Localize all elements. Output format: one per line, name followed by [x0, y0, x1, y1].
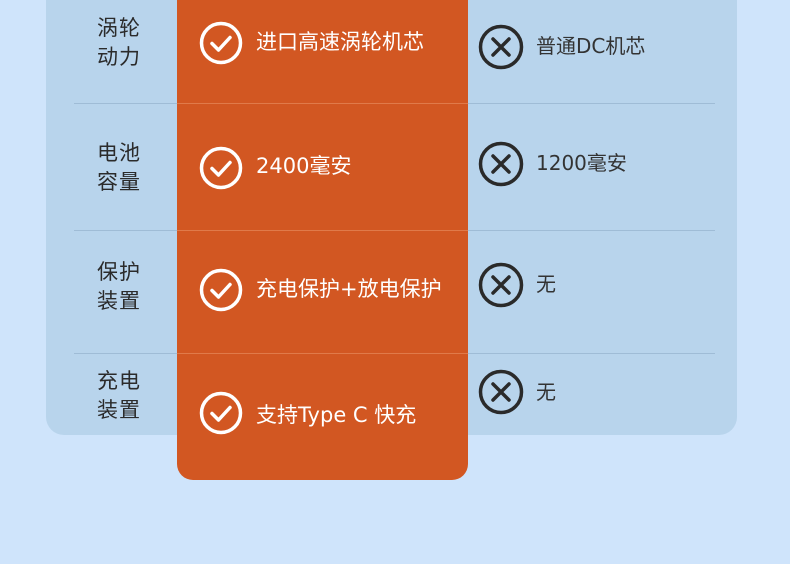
x-circle-icon [478, 262, 524, 308]
row-label-turbo: 涡轮 动力 [74, 14, 164, 72]
x-circle-icon [478, 24, 524, 70]
row-divider [177, 353, 468, 354]
row-label-line: 涡轮 [97, 16, 141, 40]
theirs-value: 1200毫安 [536, 151, 627, 175]
row-label-protection: 保护 装置 [74, 258, 164, 316]
row-label-line: 装置 [97, 398, 141, 422]
row-divider [468, 353, 715, 354]
x-circle-icon [478, 141, 524, 187]
ours-value: 2400毫安 [256, 154, 352, 178]
row-label-battery: 电池 容量 [74, 139, 164, 197]
row-label-charging: 充电 装置 [74, 367, 164, 425]
row-divider [74, 230, 177, 231]
row-label-line: 容量 [97, 170, 141, 194]
row-divider [177, 230, 468, 231]
ours-value: 支持Type C 快充 [256, 403, 417, 427]
theirs-value: 普通DC机芯 [536, 34, 646, 58]
row-label-line: 电池 [97, 141, 141, 165]
ours-value: 充电保护+放电保护 [256, 277, 442, 301]
ours-value: 进口高速涡轮机芯 [256, 30, 424, 54]
row-divider [468, 103, 715, 104]
check-circle-icon [199, 391, 243, 435]
row-divider [74, 103, 177, 104]
row-label-line: 保护 [97, 260, 141, 284]
row-divider [177, 103, 468, 104]
check-circle-icon [199, 146, 243, 190]
row-divider [74, 353, 177, 354]
theirs-value: 无 [536, 272, 556, 296]
x-circle-icon [478, 369, 524, 415]
row-label-line: 充电 [97, 369, 141, 393]
row-divider [468, 230, 715, 231]
row-label-line: 装置 [97, 289, 141, 313]
row-label-line: 动力 [97, 45, 141, 69]
check-circle-icon [199, 268, 243, 312]
check-circle-icon [199, 21, 243, 65]
theirs-value: 无 [536, 380, 556, 404]
